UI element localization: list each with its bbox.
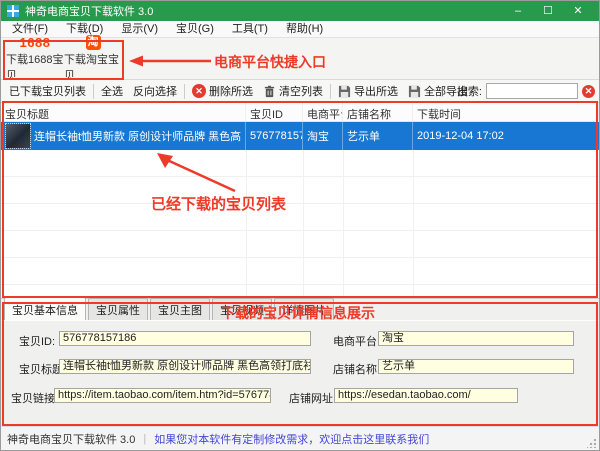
shop-url-field[interactable]: https://esedan.taobao.com/ [334,388,518,403]
empty-list-area [1,150,599,298]
tab-detail-images[interactable]: 详情图片 [274,298,334,320]
menu-item-goods[interactable]: 宝贝(G) [167,21,223,38]
shop-name-label: 店铺名称: [333,361,380,377]
item-link-label: 宝贝链接: [11,390,58,406]
item-title-text: 连帽长袖t恤男新款 原创设计师品牌 黑色高领打底衫秋季 暗黑小众 [34,128,241,144]
list-toolbar: 已下载宝贝列表 全选 反向选择 ✕ 删除所选 清空列表 导出所选 [1,80,599,103]
table-header: 宝贝标题 宝贝ID 电商平台 店铺名称 下载时间 [1,103,599,122]
row-id-cell: 576778157186 [246,122,303,150]
clear-list-label: 清空列表 [279,83,323,99]
col-platform[interactable]: 电商平台 [303,103,343,121]
export-selected-label: 导出所选 [354,83,398,99]
row-time-cell: 2019-12-04 17:02 [413,122,599,150]
item-id-label: 宝贝ID: [19,333,55,349]
item-title-field[interactable]: 连帽长袖t恤男新款 原创设计师品牌 黑色高领打底衫秋季 暗黑小众 [59,359,311,374]
status-app-name: 神奇电商宝贝下载软件 3.0 [7,431,135,447]
shop-url-label: 店铺网址: [289,390,336,406]
toolbar-separator [93,84,94,99]
save-icon [408,85,421,98]
delete-selected-button[interactable]: ✕ 删除所选 [187,80,258,102]
app-window: 神奇电商宝贝下载软件 3.0 – ☐ ✕ 文件(F) 下载(D) 显示(V) 宝… [0,0,600,451]
maximize-button[interactable]: ☐ [533,1,563,21]
menu-download[interactable]: 下载(D) [57,21,112,38]
download-1688-label: 下载1688宝贝 [6,51,64,83]
download-taobao-label: 下载淘宝宝贝 [64,51,122,83]
titlebar: 神奇电商宝贝下载软件 3.0 – ☐ ✕ [1,1,599,21]
taobao-icon: 淘 [86,35,101,50]
tab-basic-info[interactable]: 宝贝基本信息 [4,297,86,320]
tab-attributes[interactable]: 宝贝属性 [88,298,148,320]
platform-label: 电商平台: [333,333,380,349]
minimize-button[interactable]: – [503,1,533,21]
col-item-id[interactable]: 宝贝ID [246,103,303,121]
close-button[interactable]: ✕ [563,1,593,21]
grid-line [246,150,247,298]
items-table: 宝贝标题 宝贝ID 电商平台 店铺名称 下载时间 连帽长袖t恤男新款 原创设计师… [1,103,599,298]
col-shop[interactable]: 店铺名称 [343,103,413,121]
row-title-cell: 连帽长袖t恤男新款 原创设计师品牌 黑色高领打底衫秋季 暗黑小众 [1,122,246,150]
download-1688-button[interactable]: 1688 下载1688宝贝 [6,38,64,79]
menu-help[interactable]: 帮助(H) [277,21,332,38]
1688-logo-icon: 1688 [20,35,51,50]
toolbar-separator [330,84,331,99]
item-id-field[interactable]: 576778157186 [59,331,311,346]
row-platform-cell: 淘宝 [303,122,343,150]
download-taobao-button[interactable]: 淘 下载淘宝宝贝 [64,38,122,79]
menu-view[interactable]: 显示(V) [112,21,167,38]
resize-grip-icon[interactable] [587,439,596,448]
delete-selected-label: 删除所选 [209,83,253,99]
item-thumbnail [6,124,30,148]
clear-search-icon[interactable]: ✕ [582,85,595,98]
status-separator: | [143,433,146,445]
menu-tools[interactable]: 工具(T) [223,21,277,38]
save-icon [338,85,351,98]
grid-line [343,150,344,298]
app-logo-icon [7,5,19,17]
detail-panel: 宝贝ID: 576778157186 电商平台: 淘宝 宝贝标题: 连帽长袖t恤… [1,320,599,426]
table-row[interactable]: 连帽长袖t恤男新款 原创设计师品牌 黑色高领打底衫秋季 暗黑小众 5767781… [1,122,599,150]
window-controls: – ☐ ✕ [503,1,593,21]
window-title: 神奇电商宝贝下载软件 3.0 [25,3,153,19]
grid-line [303,150,304,298]
toolbar-separator [184,84,185,99]
downloaded-list-button[interactable]: 已下载宝贝列表 [4,80,91,102]
platform-toolbar: 1688 下载1688宝贝 淘 下载淘宝宝贝 [1,38,599,80]
status-bar: 神奇电商宝贝下载软件 3.0 | 如果您对本软件有定制修改需求，欢迎点击这里联系… [1,426,599,451]
tab-main-images[interactable]: 宝贝主图 [150,298,210,320]
select-all-button[interactable]: 全选 [96,80,128,102]
row-shop-cell: 艺示单 [343,122,413,150]
platform-field[interactable]: 淘宝 [378,331,574,346]
trash-icon [263,85,276,98]
search-label: 搜索: [457,83,482,99]
invert-selection-button[interactable]: 反向选择 [128,80,182,102]
col-time[interactable]: 下载时间 [413,103,599,121]
clear-list-button[interactable]: 清空列表 [258,80,328,102]
delete-icon: ✕ [192,84,206,98]
col-title[interactable]: 宝贝标题 [1,103,246,121]
export-selected-button[interactable]: 导出所选 [333,80,403,102]
contact-us-link[interactable]: 如果您对本软件有定制修改需求，欢迎点击这里联系我们 [154,431,429,447]
shop-name-field[interactable]: 艺示单 [378,359,574,374]
grid-line [413,150,414,298]
search-area: 搜索: ✕ [457,80,595,102]
detail-tabs: 宝贝基本信息 宝贝属性 宝贝主图 宝贝视频 详情图片 [1,298,599,320]
search-input[interactable] [486,83,578,99]
item-link-field[interactable]: https://item.taobao.com/item.htm?id=5767… [54,388,271,403]
tab-video[interactable]: 宝贝视频 [212,298,272,320]
